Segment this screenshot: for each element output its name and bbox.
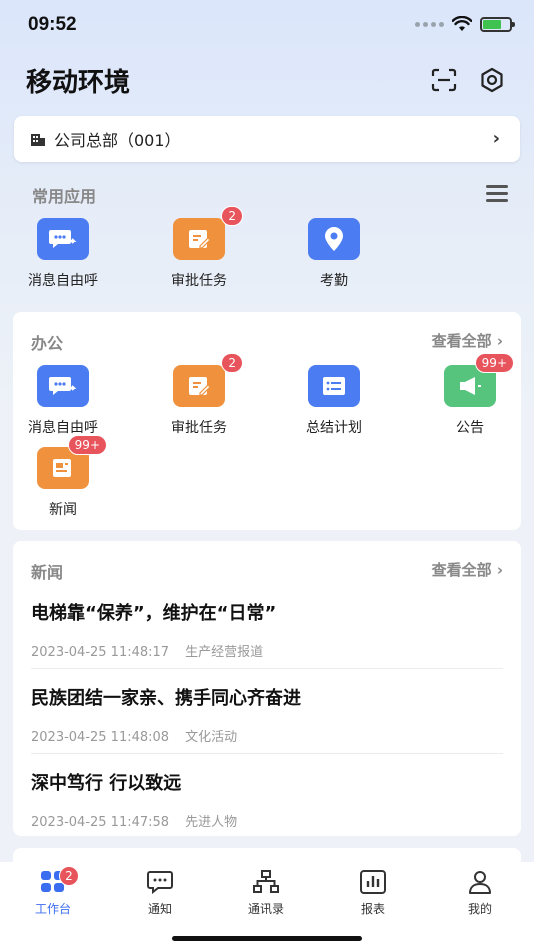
list-icon	[323, 377, 345, 395]
badge: 2	[221, 206, 243, 226]
badge: 2	[59, 866, 79, 886]
news-time: 2023-04-25 11:48:08	[31, 730, 170, 745]
news-title: 民族团结一家亲、携手同心齐奋进	[31, 688, 301, 709]
news-view-all-link[interactable]: 查看全部 ›	[432, 559, 503, 580]
app-tile	[308, 218, 360, 260]
signal-icon	[415, 21, 444, 27]
tab-workbench[interactable]: 工作台 2	[13, 866, 93, 917]
status-icons	[415, 16, 515, 32]
view-all-label: 查看全部	[431, 332, 492, 350]
news-card: 新闻 查看全部 › 电梯靠“保养”，维护在“日常” 2023-04-25 11:…	[13, 541, 521, 836]
news-item[interactable]: 电梯靠“保养”，维护在“日常” 2023-04-25 11:48:17 生产经营报…	[31, 599, 503, 660]
message-icon	[147, 871, 173, 894]
app-label: 总结计划	[306, 420, 362, 436]
app-label: 审批任务	[171, 420, 227, 436]
scan-button[interactable]	[430, 66, 458, 94]
app-item-announcement[interactable]: 99+ 公告	[420, 353, 520, 437]
status-bar: 09:52	[0, 0, 534, 52]
org-label: 公司总部（001）	[54, 131, 181, 150]
badge: 99+	[67, 435, 107, 455]
home-indicator	[172, 936, 362, 941]
app-item-summary-plan[interactable]: 总结计划	[284, 365, 384, 437]
tab-label: 通知	[147, 902, 172, 916]
news-item[interactable]: 深中笃行 行以致远 2023-04-25 11:47:58 先进人物	[31, 769, 503, 830]
menu-icon[interactable]	[486, 185, 508, 203]
news-item[interactable]: 民族团结一家亲、携手同心齐奋进 2023-04-25 11:48:08 文化活动	[31, 684, 503, 745]
badge: 99+	[474, 353, 514, 373]
office-title: 办公	[31, 334, 64, 353]
tab-notification[interactable]: 通知	[120, 870, 200, 917]
view-all-label: 查看全部	[431, 561, 492, 579]
app-item-approval[interactable]: 2 审批任务	[149, 353, 249, 437]
megaphone-icon	[460, 377, 481, 395]
edit-doc-icon	[189, 377, 211, 396]
newspaper-icon	[53, 459, 71, 477]
app-item-news[interactable]: 99+ 新闻	[13, 435, 113, 519]
app-label: 新闻	[49, 502, 77, 518]
org-chart-icon	[253, 870, 279, 893]
app-item-message-call[interactable]: 消息自由呼	[13, 365, 113, 437]
tab-reports[interactable]: 报表	[333, 870, 413, 917]
app-item-message-call[interactable]: 消息自由呼	[13, 218, 113, 290]
chevron-right-icon: ›	[492, 128, 500, 149]
news-title: 深中笃行 行以致远	[31, 773, 182, 794]
scan-icon	[431, 68, 457, 92]
tab-label: 通讯录	[247, 902, 284, 916]
chat-forward-icon	[49, 377, 77, 395]
tab-contacts[interactable]: 通讯录	[226, 870, 306, 917]
app-tile: 2	[173, 206, 243, 260]
tab-label: 报表	[360, 902, 385, 916]
app-label: 公告	[456, 420, 484, 436]
news-meta: 2023-04-25 11:47:58 先进人物	[31, 811, 503, 830]
news-title: 电梯靠“保养”，维护在“日常”	[31, 603, 277, 624]
gear-icon	[481, 67, 503, 93]
app-label: 审批任务	[171, 273, 227, 289]
org-selector[interactable]: 公司总部（001） ›	[14, 116, 520, 162]
header: 移动环境	[0, 58, 534, 102]
news-category: 先进人物	[185, 815, 238, 830]
tab-label: 工作台	[34, 902, 71, 916]
app-tile: 2	[173, 353, 243, 407]
office-header: 办公 查看全部 ›	[31, 330, 503, 353]
page-title: 移动环境	[26, 68, 131, 98]
app-tile	[37, 218, 89, 260]
news-meta: 2023-04-25 11:48:17 生产经营报道	[31, 641, 503, 660]
app-tile	[37, 365, 89, 407]
building-icon	[31, 134, 45, 146]
office-card: 办公 查看全部 › 消息自由呼 2 审批任务 总结计划 99+ 公告 99+ 新…	[13, 312, 521, 530]
news-section-title: 新闻	[31, 563, 64, 582]
user-icon	[469, 871, 491, 894]
settings-button[interactable]	[478, 66, 506, 94]
office-view-all-link[interactable]: 查看全部 ›	[432, 330, 503, 351]
tab-label: 我的	[467, 902, 492, 916]
app-label: 消息自由呼	[28, 420, 98, 436]
chat-forward-icon	[49, 230, 77, 248]
app-label: 消息自由呼	[28, 273, 98, 289]
news-meta: 2023-04-25 11:48:08 文化活动	[31, 726, 503, 745]
news-header: 新闻 查看全部 ›	[31, 559, 503, 582]
divider	[31, 668, 503, 669]
app-item-attendance[interactable]: 考勤	[284, 218, 384, 290]
app-tile: 99+	[37, 435, 107, 489]
app-item-approval[interactable]: 2 审批任务	[149, 206, 249, 290]
app-label: 考勤	[320, 273, 348, 289]
app-tile	[308, 365, 360, 407]
common-apps-title: 常用应用	[32, 187, 97, 206]
location-pin-icon	[325, 227, 343, 251]
bar-chart-icon	[360, 870, 386, 894]
battery-icon	[480, 16, 515, 32]
app-tile: 99+	[444, 353, 514, 407]
edit-doc-icon	[189, 230, 211, 249]
wifi-icon	[452, 16, 472, 31]
news-time: 2023-04-25 11:48:17	[31, 645, 170, 660]
news-category: 生产经营报道	[185, 645, 264, 660]
news-time: 2023-04-25 11:47:58	[31, 815, 170, 830]
tab-mine[interactable]: 我的	[440, 870, 520, 917]
divider	[31, 753, 503, 754]
badge: 2	[221, 353, 243, 373]
news-category: 文化活动	[185, 730, 238, 745]
status-time: 09:52	[28, 14, 77, 35]
